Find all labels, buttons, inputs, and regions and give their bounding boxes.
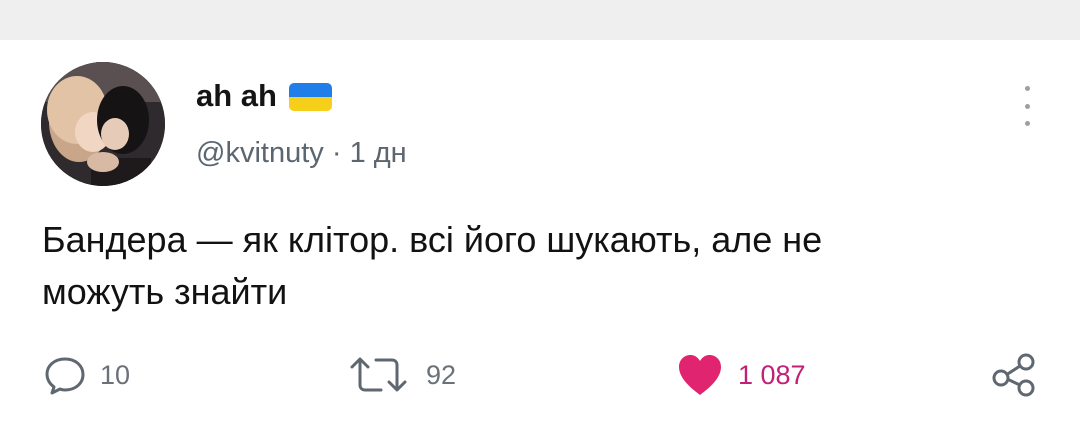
tweet-text: Бандера — як клітор. всі його шукають, а… (42, 214, 1022, 318)
more-vertical-icon[interactable] (1016, 86, 1038, 126)
ukraine-flag-icon (288, 83, 332, 111)
tweet-text-line: можуть знайти (42, 271, 288, 312)
share-icon (990, 353, 1038, 397)
action-bar: 10 92 1 087 (0, 350, 1080, 400)
retweet-button[interactable]: 92 (346, 350, 456, 400)
more-dot (1024, 86, 1030, 91)
avatar-image (41, 62, 165, 186)
display-name[interactable]: ah ah (196, 78, 277, 114)
reply-count: 10 (100, 359, 131, 390)
meta-separator: · (331, 137, 342, 169)
flag-blue-stripe (288, 83, 332, 97)
handle[interactable]: @kvitnuty (196, 137, 324, 169)
tweet-meta: @kvitnuty · 1 дн (196, 135, 407, 171)
avatar[interactable] (41, 62, 165, 186)
reply-icon (44, 355, 86, 395)
heart-icon (676, 353, 724, 397)
like-count: 1 087 (738, 359, 806, 390)
retweet-icon (346, 355, 412, 395)
reply-button[interactable]: 10 (44, 350, 130, 400)
flag-yellow-stripe (288, 97, 332, 111)
more-dot (1024, 103, 1030, 109)
share-button[interactable] (990, 350, 1038, 400)
top-bar (0, 0, 1080, 40)
like-button[interactable]: 1 087 (676, 350, 806, 400)
timestamp[interactable]: 1 дн (350, 137, 407, 169)
more-dot (1024, 121, 1030, 126)
author-name-row[interactable]: ah ah (196, 78, 332, 114)
tweet-text-line: Бандера — як клітор. всі його шукають, а… (42, 219, 823, 260)
retweet-count: 92 (426, 359, 457, 390)
